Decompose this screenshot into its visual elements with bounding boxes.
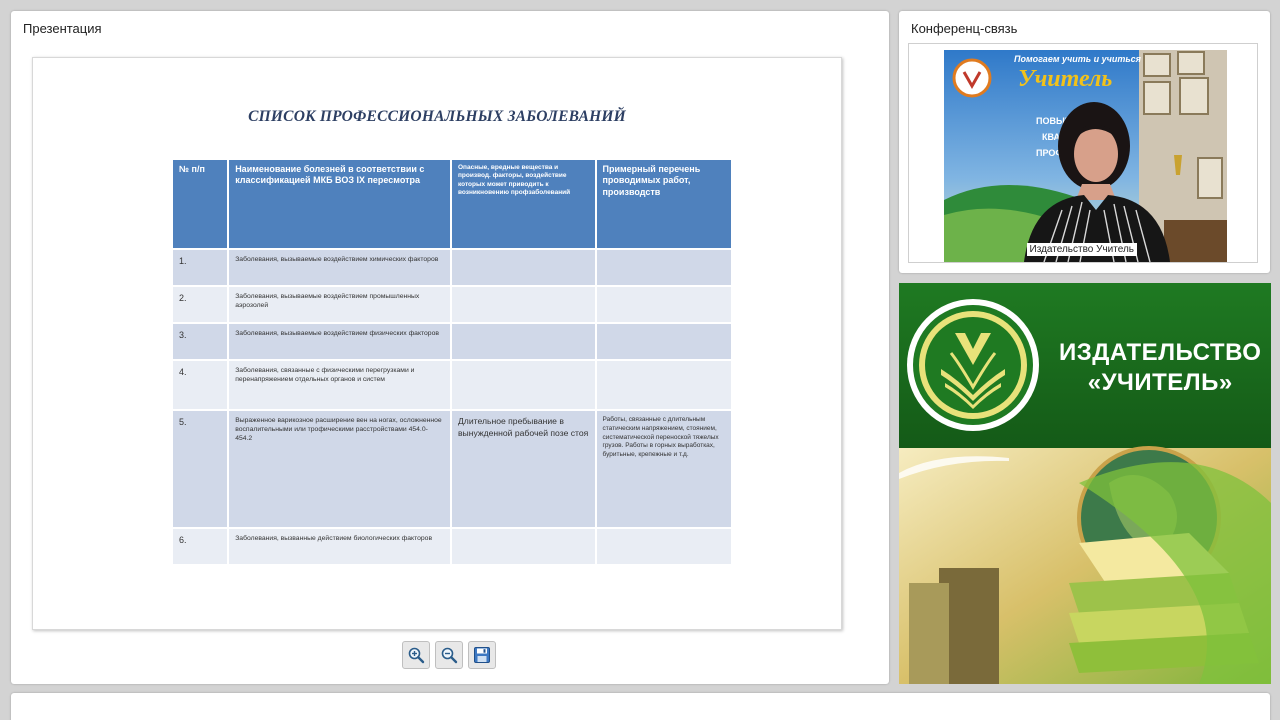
backdrop-brand: Учитель [1018, 66, 1112, 92]
row-factors [451, 361, 595, 409]
table-row: 4. Заболевания, связанные с физическими … [173, 361, 731, 409]
publisher-banner: ИЗДАТЕЛЬСТВО «УЧИТЕЛЬ» [899, 283, 1271, 684]
diseases-table: № п/п Наименование болезней в соответств… [171, 158, 733, 566]
header-factors: Опасные, вредные вещества и производ. фа… [451, 160, 595, 248]
row-disease: Выраженное варикозное расширение вен на … [229, 411, 450, 527]
table-row: 2. Заболевания, вызываемые воздействием … [173, 287, 731, 322]
row-works [596, 529, 731, 564]
row-factors: Длительное пребывание в вынужденной рабо… [451, 411, 595, 527]
row-disease: Заболевания, вызванные действием биологи… [229, 529, 450, 564]
banner-line-1: ИЗДАТЕЛЬСТВО [1059, 339, 1262, 366]
zoom-out-icon [441, 647, 458, 664]
table-row: 5. Выраженное варикозное расширение вен … [173, 411, 731, 527]
zoom-out-button[interactable] [435, 641, 463, 669]
video-scene: Помогаем учить и учиться Учитель ПОВЫШЕН… [944, 50, 1227, 262]
row-works [596, 250, 731, 285]
bottom-panel [11, 693, 1270, 720]
banner-line-2: «УЧИТЕЛЬ» [1087, 369, 1233, 396]
row-number: 3. [173, 324, 228, 359]
row-factors [451, 529, 595, 564]
zoom-in-icon [408, 647, 425, 664]
row-factors [451, 324, 595, 359]
row-number: 5. [173, 411, 228, 527]
participant-name-label: Издательство Учитель [1026, 243, 1137, 256]
conference-panel-title: Конференц-связь [911, 21, 1018, 36]
row-number: 1. [173, 250, 228, 285]
row-number: 2. [173, 287, 228, 322]
presentation-panel: Презентация СПИСОК ПРОФЕССИОНАЛЬНЫХ ЗАБО… [11, 11, 889, 684]
header-number: № п/п [173, 160, 228, 248]
row-works [596, 287, 731, 322]
backdrop-slogan: Помогаем учить и учиться [1014, 54, 1142, 64]
table-row: 3. Заболевания, вызываемые воздействием … [173, 324, 731, 359]
slide-title: СПИСОК ПРОФЕССИОНАЛЬНЫХ ЗАБОЛЕВАНИЙ [248, 108, 626, 125]
row-disease: Заболевания, вызываемые воздействием хим… [229, 250, 450, 285]
video-frame: Помогаем учить и учиться Учитель ПОВЫШЕН… [908, 43, 1258, 263]
row-factors [451, 287, 595, 322]
row-disease: Заболевания, вызываемые воздействием про… [229, 287, 450, 322]
header-disease: Наименование болезней в соответствии с к… [229, 160, 450, 248]
row-number: 6. [173, 529, 228, 564]
row-works [596, 361, 731, 409]
table-row: 6. Заболевания, вызванные действием биол… [173, 529, 731, 564]
row-factors [451, 250, 595, 285]
save-button[interactable] [468, 641, 496, 669]
row-disease: Заболевания, вызываемые воздействием физ… [229, 324, 450, 359]
header-works: Примерный перечень проводимых работ, про… [596, 160, 731, 248]
row-disease: Заболевания, связанные с физическими пер… [229, 361, 450, 409]
conference-panel: Конференц-связь Помогаем учить и учиться… [899, 11, 1270, 273]
save-icon [474, 647, 490, 663]
row-number: 4. [173, 361, 228, 409]
presentation-slide: СПИСОК ПРОФЕССИОНАЛЬНЫХ ЗАБОЛЕВАНИЙ № п/… [32, 57, 842, 630]
participant-video[interactable]: Помогаем учить и учиться Учитель ПОВЫШЕН… [944, 50, 1227, 262]
row-works [596, 324, 731, 359]
row-works: Работы, связанные с длительным статическ… [596, 411, 731, 527]
table-header-row: № п/п Наименование болезней в соответств… [173, 160, 731, 248]
table-row: 1. Заболевания, вызываемые воздействием … [173, 250, 731, 285]
zoom-in-button[interactable] [402, 641, 430, 669]
banner-text: ИЗДАТЕЛЬСТВО «УЧИТЕЛЬ» [1059, 339, 1261, 397]
presentation-panel-title: Презентация [23, 21, 102, 36]
